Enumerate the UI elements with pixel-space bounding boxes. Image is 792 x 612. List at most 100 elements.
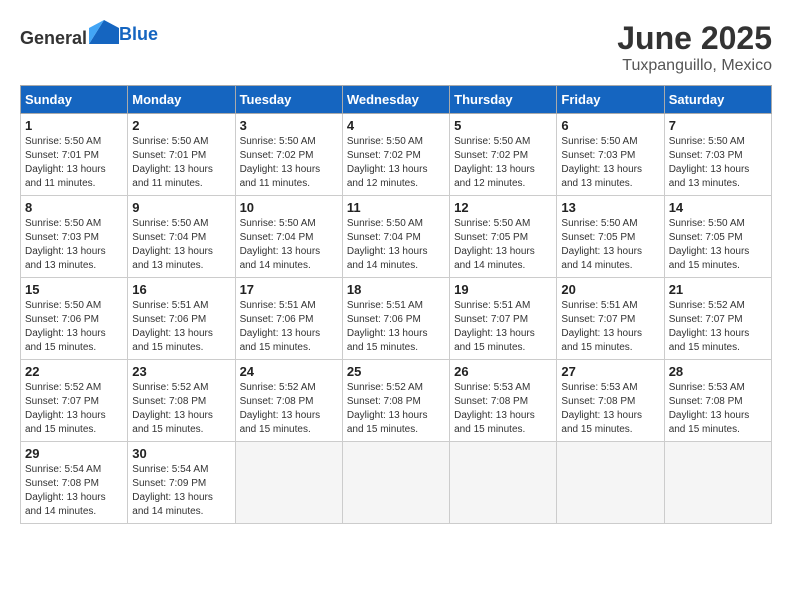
day-info-line: Sunset: 7:01 PM — [25, 150, 99, 161]
day-number: 28 — [669, 364, 767, 379]
day-info-line: Sunrise: 5:50 AM — [454, 218, 530, 229]
table-row: 11 Sunrise: 5:50 AMSunset: 7:04 PMDayligh… — [342, 196, 449, 278]
day-info-line: Sunset: 7:06 PM — [25, 314, 99, 325]
day-info-line: Sunrise: 5:50 AM — [240, 218, 316, 229]
day-info-line: Sunset: 7:02 PM — [454, 150, 528, 161]
table-row — [235, 442, 342, 524]
table-row: 8Sunrise: 5:50 AMSunset: 7:03 PMDaylight… — [21, 196, 128, 278]
day-info-line: Sunrise: 5:50 AM — [25, 136, 101, 147]
day-info-line: Sunset: 7:06 PM — [132, 314, 206, 325]
day-info-line: Sunset: 7:07 PM — [454, 314, 528, 325]
day-info-line: Sunrise: 5:50 AM — [561, 136, 637, 147]
day-info-line: Daylight: 13 hours and 13 minutes. — [561, 164, 642, 189]
day-info-line: Sunrise: 5:52 AM — [347, 382, 423, 393]
calendar-week: 29 Sunrise: 5:54 AMSunset: 7:08 PMDayligh… — [21, 442, 772, 524]
table-row: 27Sunrise: 5:53 AMSunset: 7:08 PMDayligh… — [557, 360, 664, 442]
day-info-line: Sunset: 7:08 PM — [240, 396, 314, 407]
day-number: 7 — [669, 118, 767, 133]
day-info: Sunrise: 5:52 AMSunset: 7:08 PMDaylight:… — [240, 381, 338, 437]
day-info-line: Daylight: 13 hours and 15 minutes. — [561, 328, 642, 353]
calendar-week: 1Sunrise: 5:50 AMSunset: 7:01 PMDaylight… — [21, 114, 772, 196]
logo-blue-text: Blue — [119, 24, 158, 44]
day-info-line: Sunrise: 5:50 AM — [25, 218, 101, 229]
day-number: 27 — [561, 364, 659, 379]
table-row: 29 Sunrise: 5:54 AMSunset: 7:08 PMDayligh… — [21, 442, 128, 524]
day-info: Sunrise: 5:50 AMSunset: 7:02 PMDaylight:… — [347, 135, 445, 191]
day-info-line: Sunrise: 5:50 AM — [132, 136, 208, 147]
month-title: June 2025 — [617, 20, 772, 57]
col-wednesday: Wednesday — [342, 86, 449, 114]
day-info-line: Daylight: 13 hours and 11 minutes. — [25, 164, 106, 189]
day-info-line: Sunset: 7:09 PM — [132, 478, 206, 489]
calendar-week: 15Sunrise: 5:50 AMSunset: 7:06 PMDayligh… — [21, 278, 772, 360]
day-info-line: Sunset: 7:05 PM — [454, 232, 528, 243]
table-row: 9Sunrise: 5:50 AMSunset: 7:04 PMDaylight… — [128, 196, 235, 278]
calendar-header: Sunday Monday Tuesday Wednesday Thursday… — [21, 86, 772, 114]
table-row — [664, 442, 771, 524]
day-info: Sunrise: 5:52 AMSunset: 7:07 PMDaylight:… — [25, 381, 123, 437]
day-info-line: Sunrise: 5:52 AM — [669, 300, 745, 311]
day-info-line: Daylight: 13 hours and 15 minutes. — [454, 328, 535, 353]
col-monday: Monday — [128, 86, 235, 114]
table-row — [342, 442, 449, 524]
day-info-line: Sunset: 7:03 PM — [561, 150, 635, 161]
day-info-line: Sunset: 7:01 PM — [132, 150, 206, 161]
day-number: 13 — [561, 200, 659, 215]
day-info-line: Daylight: 13 hours and 11 minutes. — [132, 164, 213, 189]
day-info-line: Daylight: 13 hours and 13 minutes. — [132, 246, 213, 271]
day-info-line: Daylight: 13 hours and 13 minutes. — [25, 246, 106, 271]
day-info-line: Sunrise: 5:50 AM — [561, 218, 637, 229]
table-row: 12Sunrise: 5:50 AMSunset: 7:05 PMDayligh… — [450, 196, 557, 278]
table-row: 18Sunrise: 5:51 AMSunset: 7:06 PMDayligh… — [342, 278, 449, 360]
table-row: 3Sunrise: 5:50 AMSunset: 7:02 PMDaylight… — [235, 114, 342, 196]
table-row: 4 Sunrise: 5:50 AMSunset: 7:02 PMDaylight… — [342, 114, 449, 196]
day-info-line: Daylight: 13 hours and 14 minutes. — [454, 246, 535, 271]
day-info-line: Sunrise: 5:50 AM — [25, 300, 101, 311]
day-info: Sunrise: 5:50 AMSunset: 7:04 PMDaylight:… — [240, 217, 338, 273]
title-area: June 2025 Tuxpanguillo, Mexico — [617, 20, 772, 75]
day-info-line: Daylight: 13 hours and 15 minutes. — [25, 410, 106, 435]
day-info-line: Daylight: 13 hours and 15 minutes. — [669, 410, 750, 435]
day-info-line: Sunrise: 5:51 AM — [454, 300, 530, 311]
table-row: 30 Sunrise: 5:54 AM Sunset: 7:09 PM Dayligh… — [128, 442, 235, 524]
day-number: 22 — [25, 364, 123, 379]
day-info: Sunrise: 5:54 AM Sunset: 7:09 PM Daylight:… — [132, 463, 230, 519]
col-thursday: Thursday — [450, 86, 557, 114]
day-number: 4 — [347, 118, 445, 133]
calendar-table: Sunday Monday Tuesday Wednesday Thursday… — [20, 85, 772, 524]
table-row: 10Sunrise: 5:50 AMSunset: 7:04 PMDayligh… — [235, 196, 342, 278]
calendar-week: 8Sunrise: 5:50 AMSunset: 7:03 PMDaylight… — [21, 196, 772, 278]
day-info: Sunrise: 5:54 AMSunset: 7:08 PMDaylight:… — [25, 463, 123, 519]
day-number: 3 — [240, 118, 338, 133]
day-number: 20 — [561, 282, 659, 297]
day-info-line: Daylight: 13 hours and 14 minutes. — [132, 492, 213, 517]
table-row: 1Sunrise: 5:50 AMSunset: 7:01 PMDaylight… — [21, 114, 128, 196]
day-number: 18 — [347, 282, 445, 297]
table-row: 20Sunrise: 5:51 AMSunset: 7:07 PMDayligh… — [557, 278, 664, 360]
day-number: 29 — [25, 446, 123, 461]
day-info-line: Sunset: 7:08 PM — [561, 396, 635, 407]
day-info-line: Sunset: 7:05 PM — [561, 232, 635, 243]
day-info-line: Sunset: 7:08 PM — [669, 396, 743, 407]
table-row: 25 Sunrise: 5:52 AMSunset: 7:08 PMDayligh… — [342, 360, 449, 442]
day-info-line: Daylight: 13 hours and 15 minutes. — [347, 328, 428, 353]
table-row: 14Sunrise: 5:50 AMSunset: 7:05 PMDayligh… — [664, 196, 771, 278]
day-info-line: Sunrise: 5:54 AM — [132, 464, 208, 475]
day-info-line: Sunset: 7:04 PM — [240, 232, 314, 243]
day-info-line: Sunset: 7:04 PM — [132, 232, 206, 243]
table-row: 15Sunrise: 5:50 AMSunset: 7:06 PMDayligh… — [21, 278, 128, 360]
day-info: Sunrise: 5:50 AM Sunset: 7:06 PM Daylight:… — [25, 299, 123, 355]
col-sunday: Sunday — [21, 86, 128, 114]
day-info-line: Sunset: 7:06 PM — [347, 314, 421, 325]
day-number: 25 — [347, 364, 445, 379]
logo-icon — [89, 20, 119, 44]
day-info: Sunrise: 5:50 AMSunset: 7:05 PMDaylight:… — [669, 217, 767, 273]
day-info-line: Sunrise: 5:50 AM — [454, 136, 530, 147]
day-number: 11 — [347, 200, 445, 215]
day-number: 23 — [132, 364, 230, 379]
day-info: Sunrise: 5:52 AMSunset: 7:08 PMDaylight:… — [347, 381, 445, 437]
day-number: 30 — [132, 446, 230, 461]
day-info: Sunrise: 5:50 AMSunset: 7:04 PMDaylight:… — [347, 217, 445, 273]
table-row: 5Sunrise: 5:50 AMSunset: 7:02 PMDaylight… — [450, 114, 557, 196]
day-info-line: Daylight: 13 hours and 15 minutes. — [25, 328, 106, 353]
